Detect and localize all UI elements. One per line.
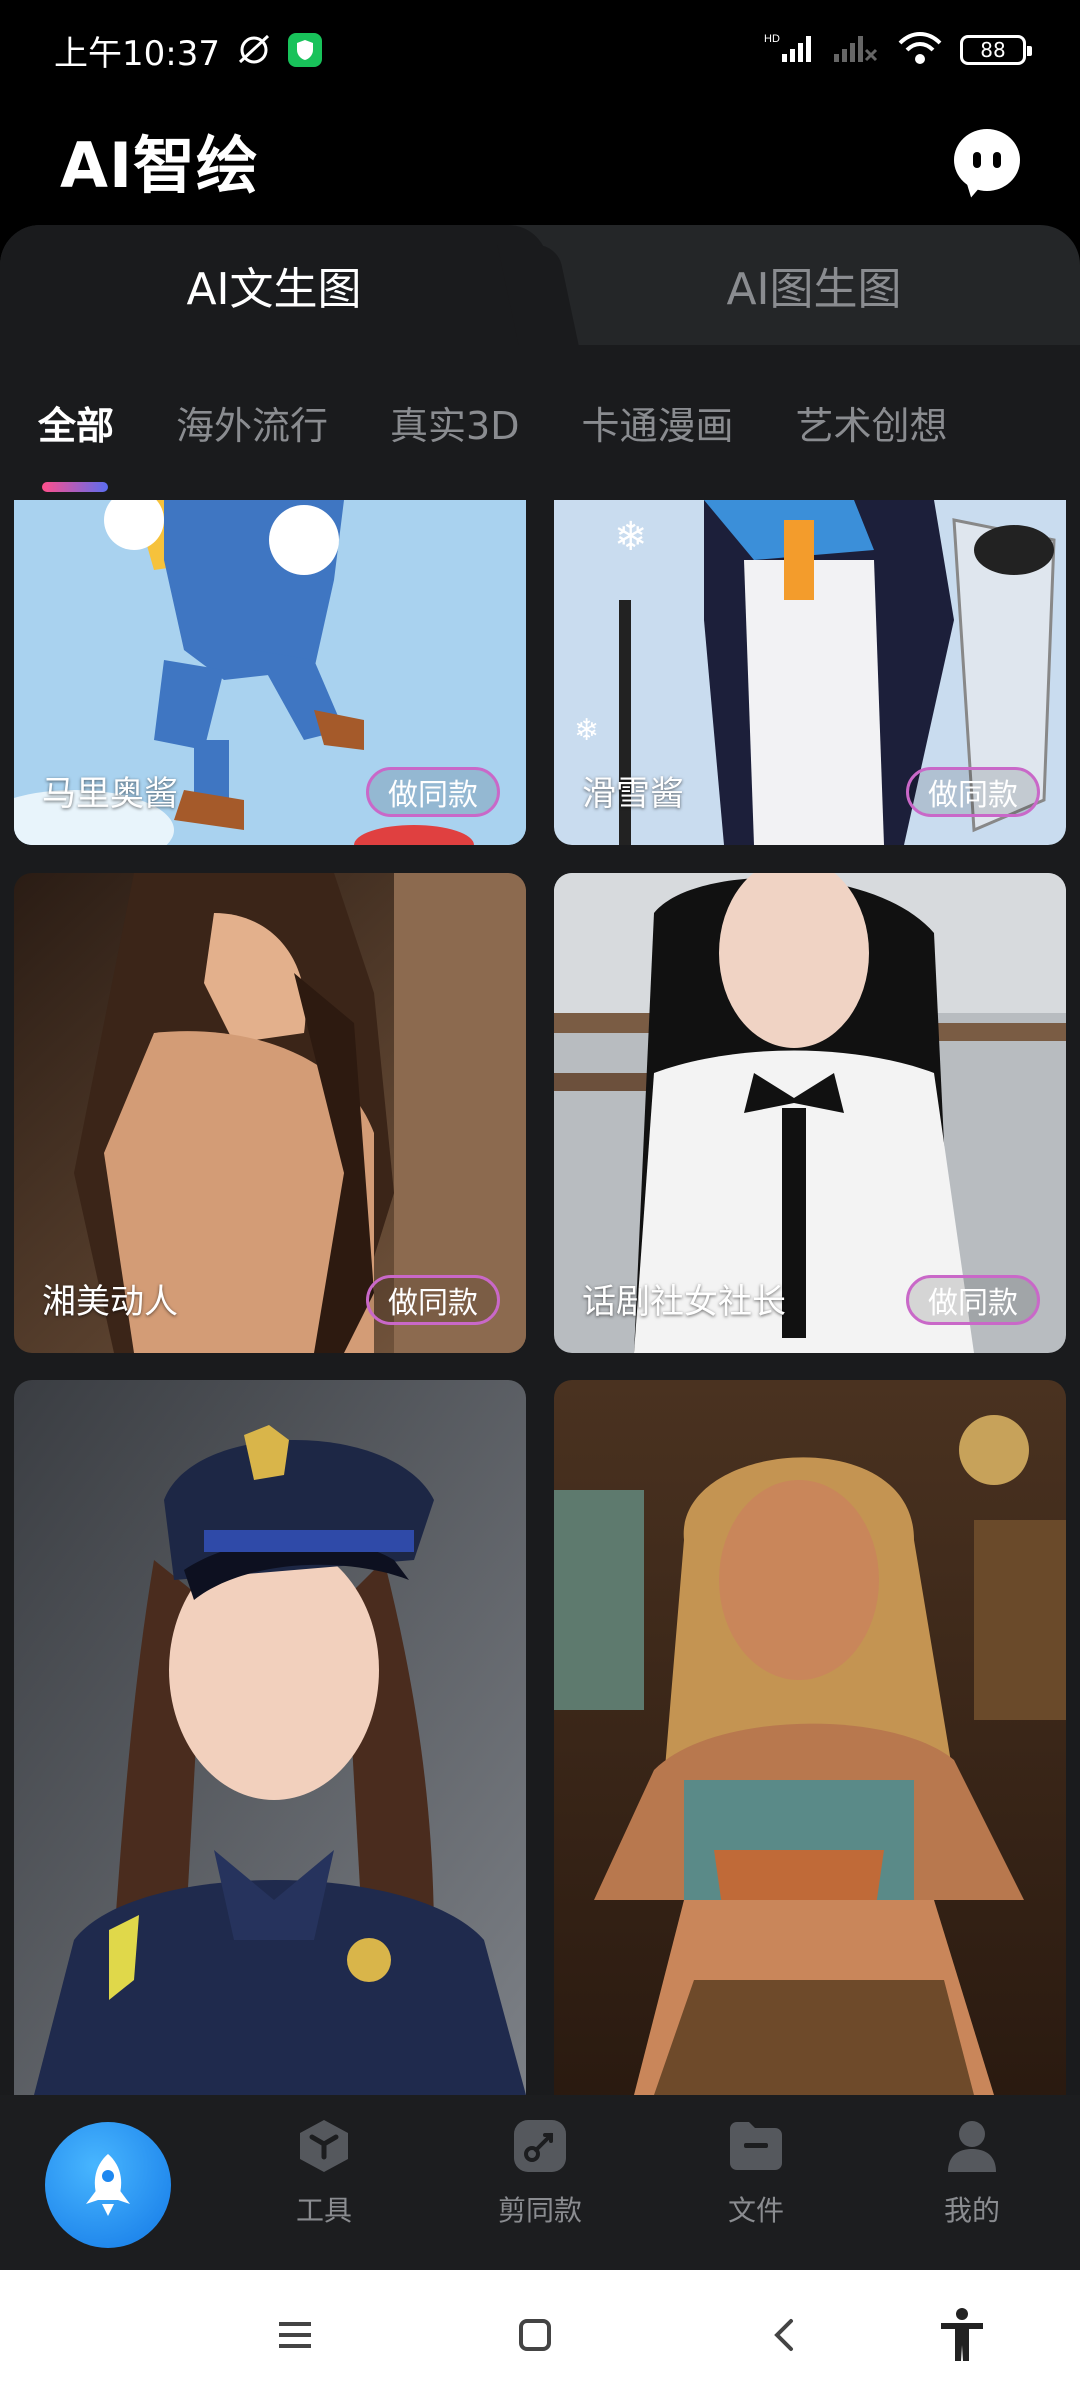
scissors-icon — [511, 2117, 569, 2175]
bottom-nav: 工具 剪同款 文件 我的 — [0, 2095, 1080, 2270]
template-card[interactable]: 湘美动人 做同款 — [14, 873, 526, 1353]
status-time: 上午10:37 — [54, 33, 220, 74]
system-nav-bar — [0, 2270, 1080, 2400]
wifi-icon — [898, 31, 942, 69]
tab-image-to-image[interactable]: AI图生图 — [548, 225, 1080, 345]
back-icon[interactable] — [755, 2305, 815, 2365]
cube-icon — [295, 2117, 353, 2175]
nav-tools-label: 工具 — [295, 2194, 352, 2227]
menu-icon[interactable] — [265, 2305, 325, 2365]
nav-files-label: 文件 — [727, 2194, 784, 2227]
nav-profile-label: 我的 — [943, 2194, 1000, 2227]
home-icon[interactable] — [505, 2305, 565, 2365]
card-title: 滑雪酱 — [582, 774, 684, 814]
make-same-button[interactable]: 做同款 — [906, 1275, 1040, 1325]
svg-text:❄: ❄ — [614, 514, 648, 560]
main-content: 全部 海外流行 真实3D 卡通漫画 艺术创想 马里奥酱 做同款 ❄ ❄ 滑雪酱 … — [0, 345, 1080, 2095]
card-title: 话剧社女社长 — [582, 1282, 786, 1322]
category-all[interactable]: 全部 — [38, 395, 114, 492]
card-image — [14, 1380, 526, 2095]
nav-templates[interactable]: 剪同款 — [470, 2117, 610, 2229]
status-left: 上午10:37 — [54, 26, 322, 75]
template-card[interactable]: 马里奥酱 做同款 — [14, 500, 526, 845]
nav-profile[interactable]: 我的 — [902, 2117, 1042, 2229]
svg-text:HD: HD — [764, 33, 780, 45]
signal-icon: HD — [764, 32, 814, 68]
nav-files[interactable]: 文件 — [686, 2117, 826, 2229]
category-realistic-3d[interactable]: 真实3D — [390, 395, 519, 450]
make-same-button[interactable]: 做同款 — [906, 767, 1040, 817]
person-icon — [943, 2117, 1001, 2175]
category-tabs: 全部 海外流行 真实3D 卡通漫画 艺术创想 — [0, 345, 1080, 500]
nav-tools[interactable]: 工具 — [254, 2117, 394, 2229]
shield-icon — [287, 33, 322, 67]
card-title: 湘美动人 — [42, 1282, 178, 1322]
template-card[interactable]: 话剧社女社长 做同款 — [554, 873, 1066, 1353]
rocket-icon[interactable] — [45, 2122, 171, 2248]
tab-text-to-image[interactable]: AI文生图 — [0, 225, 548, 345]
folder-icon — [727, 2117, 785, 2175]
chat-eye-right — [993, 152, 1001, 168]
card-image — [554, 1380, 1066, 2095]
template-card[interactable] — [14, 1380, 526, 2095]
chat-eye-left — [973, 152, 981, 168]
svg-text:❄: ❄ — [574, 713, 599, 748]
signal-weak-icon — [832, 32, 880, 68]
status-bar: 上午10:37 HD 88 — [0, 0, 1080, 100]
category-cartoon[interactable]: 卡通漫画 — [581, 395, 733, 450]
chat-icon[interactable] — [954, 129, 1020, 191]
app-title: AI智绘 — [60, 129, 260, 202]
mode-tabs: AI文生图 AI图生图 — [0, 225, 1080, 345]
category-overseas[interactable]: 海外流行 — [176, 395, 328, 450]
nav-templates-label: 剪同款 — [497, 2194, 582, 2227]
status-right: HD 88 — [764, 31, 1032, 69]
accessibility-icon[interactable] — [932, 2305, 992, 2365]
alarm-off-icon — [234, 30, 274, 70]
card-title: 马里奥酱 — [42, 774, 178, 814]
battery-icon: 88 — [960, 35, 1032, 65]
make-same-button[interactable]: 做同款 — [366, 767, 500, 817]
template-card[interactable]: ❄ ❄ ❄ 滑雪酱 做同款 — [554, 500, 1066, 845]
template-card[interactable] — [554, 1380, 1066, 2095]
category-art[interactable]: 艺术创想 — [796, 395, 948, 450]
template-grid: 马里奥酱 做同款 ❄ ❄ ❄ 滑雪酱 做同 — [14, 500, 1066, 2095]
make-same-button[interactable]: 做同款 — [366, 1275, 500, 1325]
app-header: AI智绘 — [0, 100, 1080, 220]
